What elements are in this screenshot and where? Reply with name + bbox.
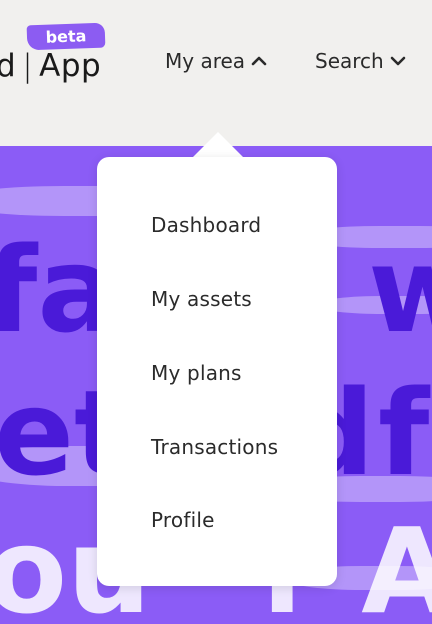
- menu-item-dashboard[interactable]: Dashboard: [151, 210, 261, 240]
- menu-item-my-plans[interactable]: My plans: [151, 358, 242, 388]
- chevron-down-icon: [390, 55, 406, 67]
- logo[interactable]: d | App: [0, 48, 101, 84]
- nav-search-label: Search: [315, 49, 384, 73]
- logo-prefix: d: [0, 48, 17, 84]
- nav-search[interactable]: Search: [315, 48, 406, 74]
- nav-my-area-label: My area: [165, 49, 246, 73]
- my-area-dropdown-menu: Dashboard My assets My plans Transaction…: [97, 157, 337, 586]
- dropdown-caret: [192, 132, 244, 158]
- logo-app: App: [39, 48, 102, 84]
- menu-item-transactions[interactable]: Transactions: [151, 432, 278, 462]
- hero-text: w: [368, 221, 432, 359]
- nav-my-area[interactable]: My area: [165, 48, 267, 74]
- logo-separator: |: [22, 48, 34, 84]
- menu-item-my-assets[interactable]: My assets: [151, 284, 252, 314]
- chevron-up-icon: [251, 55, 267, 67]
- hero-text: fe: [378, 364, 432, 502]
- menu-item-profile[interactable]: Profile: [151, 505, 215, 535]
- site-header: d | App beta My area Search: [0, 0, 432, 146]
- beta-badge: beta: [26, 22, 106, 51]
